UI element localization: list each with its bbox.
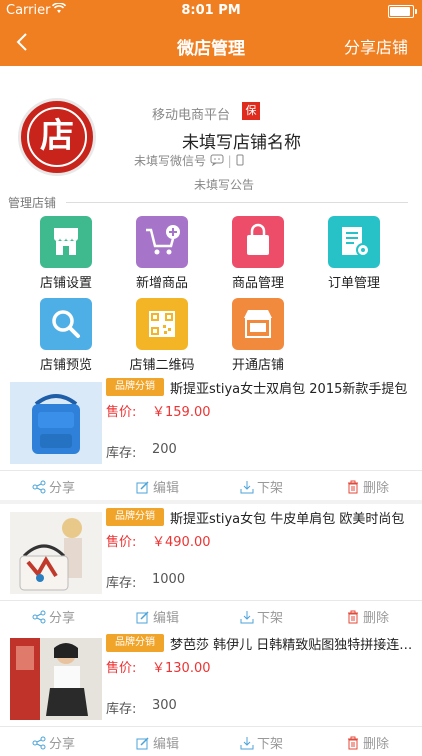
brand-tag: 品牌分销 (106, 378, 164, 396)
tool-order-manage[interactable]: 订单管理 (306, 216, 402, 291)
divider (66, 202, 408, 203)
trash-icon (348, 610, 358, 624)
tool-add-product[interactable]: 新增商品 (114, 216, 210, 291)
price-label: 售价: (106, 405, 137, 420)
delist-button[interactable]: 下架 (240, 607, 283, 626)
shop-header: 店 移动电商平台 保 未填写店铺名称 未填写微信号 | 未填写公告 (0, 66, 422, 200)
edit-button[interactable]: 编辑 (136, 733, 179, 752)
wechat-id-text: 未填写微信号 (134, 154, 207, 168)
price-label: 售价: (106, 535, 137, 550)
status-bar: Carrier 8:01 PM (0, 0, 422, 22)
qrcode-icon (136, 298, 188, 350)
shop-name[interactable]: 未填写店铺名称 (182, 128, 301, 153)
product-actions: 分享 编辑 下架 删除 (0, 727, 422, 756)
share-icon (32, 610, 46, 624)
chat-icon (210, 154, 224, 167)
tool-store-preview[interactable]: 店铺预览 (18, 298, 114, 373)
tool-label: 开通店铺 (231, 358, 284, 373)
delete-button[interactable]: 删除 (346, 477, 389, 496)
phone-icon (236, 154, 244, 166)
price-value: ￥159.00 (152, 405, 211, 420)
tool-label: 新增商品 (135, 276, 188, 291)
bag-icon (232, 216, 284, 268)
stock-label: 库存: (106, 446, 137, 461)
delist-button[interactable]: 下架 (240, 733, 283, 752)
product-card[interactable]: 品牌分销 斯提亚stiya女包 牛皮单肩包 欧美时尚包 售价: ￥490.00 … (0, 504, 422, 630)
search-icon (40, 298, 92, 350)
tool-label: 店铺设置 (39, 276, 92, 291)
product-card[interactable]: 品牌分销 斯提亚stiya女士双肩包 2015新款手提包 售价: ￥159.00… (0, 374, 422, 500)
download-icon (240, 611, 254, 624)
product-name[interactable]: 斯提亚stiya女包 牛皮单肩包 欧美时尚包 (170, 508, 414, 527)
tool-label: 店铺二维码 (129, 358, 195, 373)
edit-icon (136, 611, 149, 624)
product-image[interactable] (10, 638, 102, 720)
edit-button[interactable]: 编辑 (136, 607, 179, 626)
share-button[interactable]: 分享 (32, 733, 75, 752)
shop-open-icon (232, 298, 284, 350)
brand-tag: 品牌分销 (106, 634, 164, 652)
price-label: 售价: (106, 661, 137, 676)
shop-logo[interactable]: 店 (18, 98, 96, 176)
product-name[interactable]: 斯提亚stiya女士双肩包 2015新款手提包 (170, 378, 414, 397)
share-shop-button[interactable]: 分享店铺 (344, 34, 408, 58)
stock-label: 库存: (106, 702, 137, 717)
tool-open-store[interactable]: 开通店铺 (210, 298, 306, 373)
edit-icon (136, 737, 149, 750)
edit-icon (136, 481, 149, 494)
stock-value: 1000 (152, 572, 186, 587)
battery-icon (388, 5, 417, 18)
tool-store-settings[interactable]: 店铺设置 (18, 216, 114, 291)
share-icon (32, 736, 46, 750)
nav-bar: 微店管理 分享店铺 (0, 22, 422, 66)
section-title: 管理店铺 (8, 194, 61, 211)
brand-tag: 品牌分销 (106, 508, 164, 526)
order-icon (328, 216, 380, 268)
tool-label: 店铺预览 (39, 358, 92, 373)
tool-label: 商品管理 (231, 276, 284, 291)
stock-value: 200 (152, 442, 177, 457)
wechat-id[interactable]: 未填写微信号 | (134, 152, 244, 169)
product-image[interactable] (10, 382, 102, 464)
delete-button[interactable]: 删除 (346, 733, 389, 752)
share-icon (32, 480, 46, 494)
product-name[interactable]: 梦芭莎 韩伊儿 日韩精致贴图独特拼接连衣裙 (170, 634, 414, 653)
product-card[interactable]: 品牌分销 梦芭莎 韩伊儿 日韩精致贴图独特拼接连衣裙 售价: ￥130.00 库… (0, 630, 422, 756)
price-value: ￥130.00 (152, 661, 211, 676)
guarantee-badge: 保 (242, 102, 260, 120)
tool-product-manage[interactable]: 商品管理 (210, 216, 306, 291)
trash-icon (348, 736, 358, 750)
edit-button[interactable]: 编辑 (136, 477, 179, 496)
share-button[interactable]: 分享 (32, 477, 75, 496)
product-actions: 分享 编辑 下架 删除 (0, 471, 422, 500)
stock-label: 库存: (106, 576, 137, 591)
download-icon (240, 737, 254, 750)
download-icon (240, 481, 254, 494)
cart-add-icon (136, 216, 188, 268)
clock: 8:01 PM (181, 3, 241, 18)
product-image[interactable] (10, 512, 102, 594)
manage-section: 管理店铺 店铺设置 新增商品 商品管理 订单管理 店铺预览 店铺二维码 开通店铺 (0, 190, 422, 375)
shop-logo-char: 店 (27, 107, 87, 167)
price-value: ￥490.00 (152, 535, 211, 550)
share-button[interactable]: 分享 (32, 607, 75, 626)
product-actions: 分享 编辑 下架 删除 (0, 601, 422, 630)
tool-store-qrcode[interactable]: 店铺二维码 (114, 298, 210, 373)
store-icon (40, 216, 92, 268)
stock-value: 300 (152, 698, 177, 713)
delete-button[interactable]: 删除 (346, 607, 389, 626)
tool-label: 订单管理 (327, 276, 380, 291)
delist-button[interactable]: 下架 (240, 477, 283, 496)
platform-label: 移动电商平台 (152, 108, 231, 123)
trash-icon (348, 480, 358, 494)
